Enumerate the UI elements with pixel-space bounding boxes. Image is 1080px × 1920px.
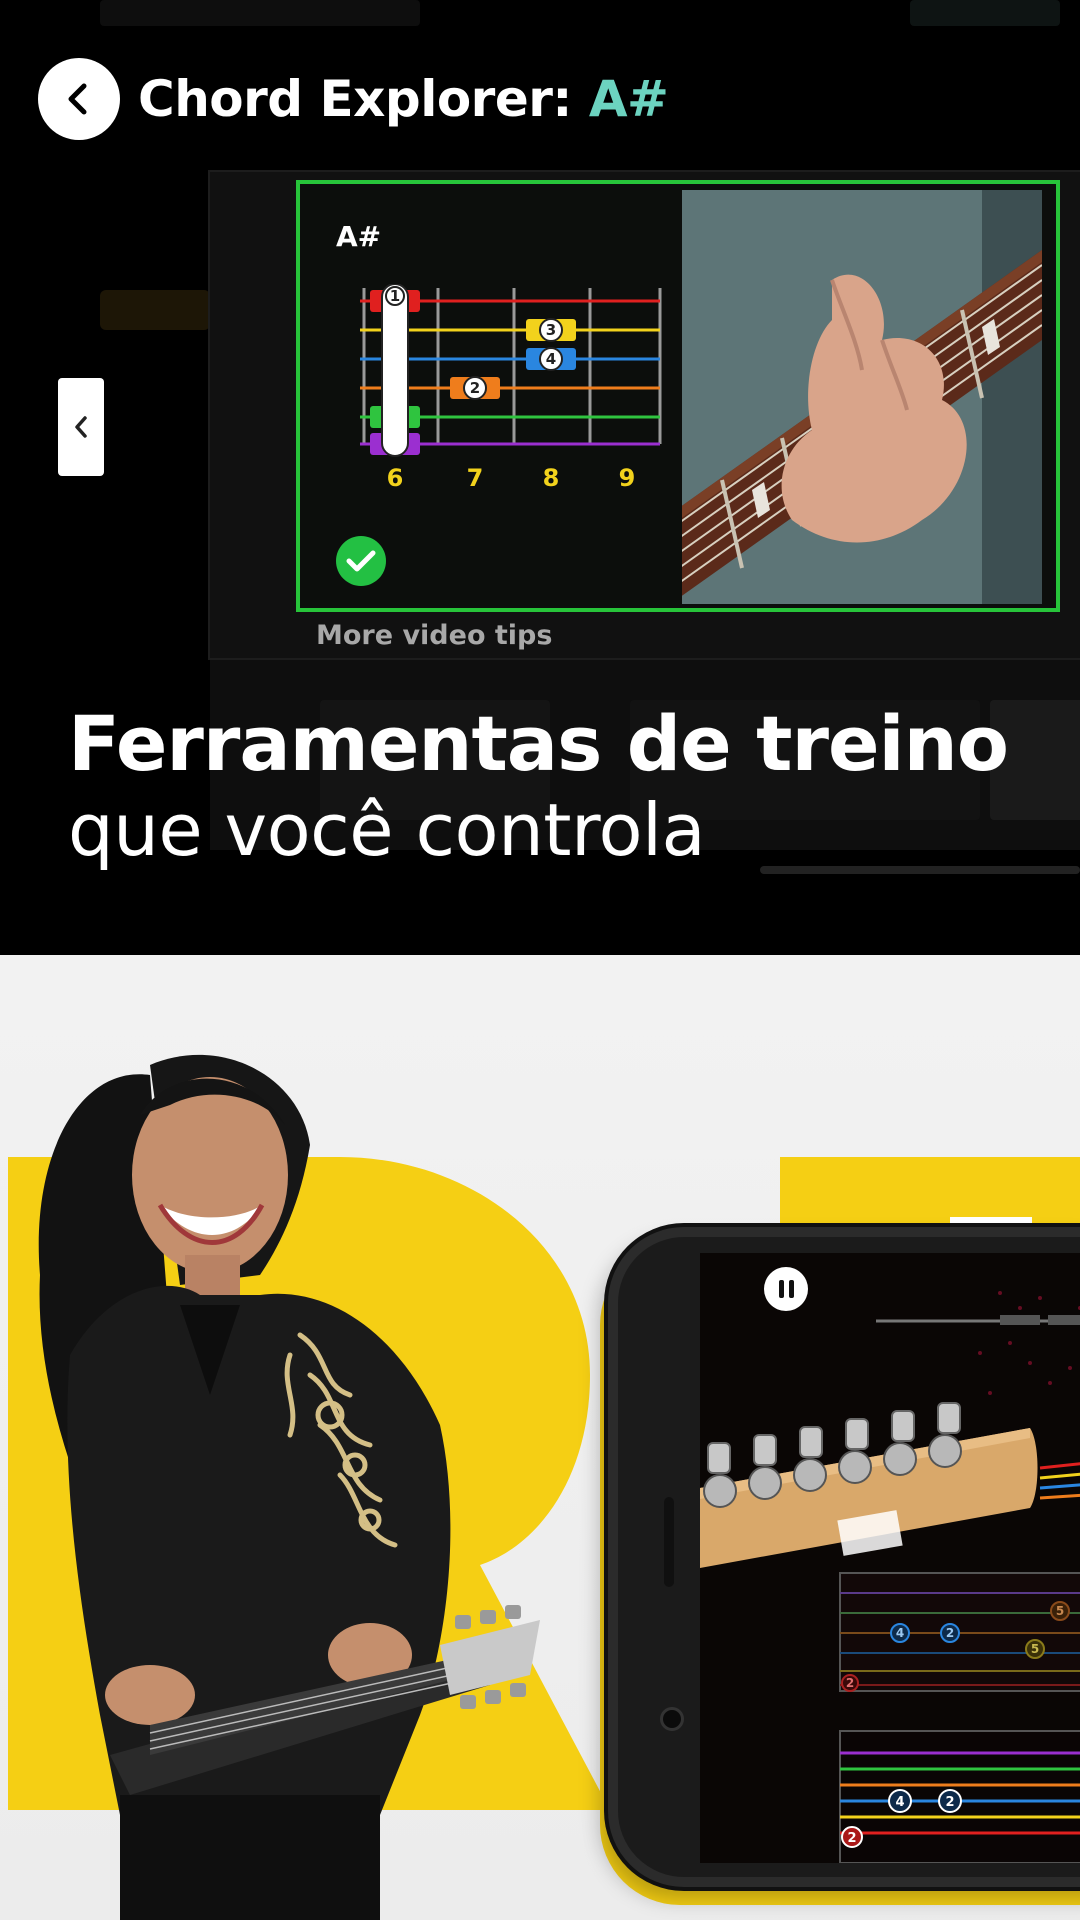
tab-note: 4 <box>896 1626 904 1640</box>
tab-note: 5 <box>1031 1642 1039 1656</box>
page-title: Chord Explorer: A# <box>138 70 669 128</box>
phone-speaker <box>664 1497 674 1587</box>
phone-camera <box>660 1707 684 1731</box>
header: Chord Explorer: A# <box>38 58 669 140</box>
chord-explorer-section: Chord Explorer: A# A# 1 2 3 4 6 7 8 9 Mo… <box>0 0 1080 955</box>
faded-sidebar-item <box>100 290 210 330</box>
game-view: 4 2 5 5 2 4 2 2 <box>700 1291 1080 1863</box>
promo-section: 4 2 5 5 2 4 2 2 <box>0 955 1080 1920</box>
check-button[interactable] <box>336 536 386 586</box>
pause-button[interactable] <box>764 1267 808 1311</box>
tab-note: 4 <box>895 1795 904 1810</box>
fret-number: 6 <box>387 464 404 492</box>
chord-fretboard-diagram: 1 2 3 4 6 7 8 9 <box>360 284 662 492</box>
finger-label-4: 4 <box>546 350 556 368</box>
title-prefix: Chord Explorer: <box>138 70 589 128</box>
chord-name: A# <box>336 220 382 253</box>
chord-video-thumbnail[interactable] <box>682 190 1042 604</box>
fret-number: 8 <box>543 464 560 492</box>
finger-label-3: 3 <box>546 321 556 339</box>
tab-note: 2 <box>945 1795 954 1810</box>
fret-number: 9 <box>619 464 636 492</box>
faded-status-button <box>910 0 1060 26</box>
more-video-tips-label[interactable]: More video tips <box>316 620 552 651</box>
tab-note: 2 <box>846 1676 854 1690</box>
headline-line1: Ferramentas de treino <box>68 699 1009 788</box>
tab-note: 5 <box>1056 1604 1064 1618</box>
guitarist-photo <box>38 1054 540 1920</box>
headline: Ferramentas de treino que você controla <box>68 699 1009 873</box>
faded-status-bar <box>100 0 420 26</box>
fret-number: 7 <box>467 464 484 492</box>
title-chord: A# <box>588 70 669 128</box>
chevron-left-icon <box>68 83 87 115</box>
tab-note: 2 <box>847 1831 856 1846</box>
pause-icon <box>778 1280 784 1298</box>
chevron-left-icon <box>75 416 87 438</box>
phone-screen: 4 2 5 5 2 4 2 2 <box>700 1253 1080 1863</box>
chord-card[interactable]: A# 1 2 3 4 6 7 8 9 <box>296 180 1060 612</box>
phone-mockup: 4 2 5 5 2 4 2 2 <box>608 1227 1080 1887</box>
tab-note: 2 <box>946 1626 954 1640</box>
prev-button[interactable] <box>58 378 104 476</box>
barre-marker <box>381 284 409 457</box>
finger-label-2: 2 <box>470 379 480 397</box>
headline-line2: que você controla <box>68 788 706 872</box>
check-icon <box>346 550 376 572</box>
finger-label-1: 1 <box>390 287 400 305</box>
back-button[interactable] <box>38 58 120 140</box>
